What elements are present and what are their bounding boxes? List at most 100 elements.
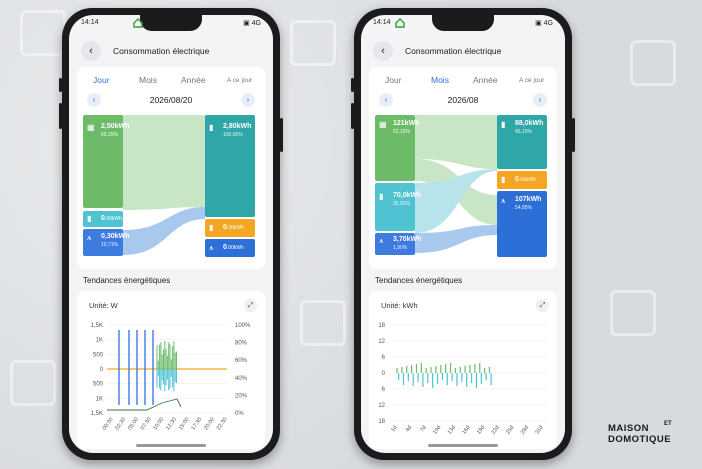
- tab-day[interactable]: Jour: [93, 75, 110, 85]
- x-tick-label: 7d: [419, 425, 427, 433]
- page-title: Consommation électrique: [405, 46, 502, 56]
- x-tick-label: 31d: [534, 425, 544, 436]
- tab-day[interactable]: Jour: [385, 75, 402, 85]
- y-tick-label: 1,5K: [91, 323, 103, 329]
- x-tick-label: 4d: [405, 425, 413, 433]
- solar-value: 2,50kWh: [101, 123, 130, 130]
- solar-pct: 89,29%: [101, 132, 118, 138]
- x-tick-label: 12:30: [165, 417, 178, 432]
- next-date-button[interactable]: ›: [241, 93, 255, 107]
- y-tick-label: 12: [378, 403, 385, 409]
- battery-icon: ▮: [87, 214, 92, 223]
- home-app-icon: [395, 18, 405, 28]
- bg-pattern: [20, 10, 66, 56]
- x-tick-label: 22:30: [216, 417, 229, 432]
- home-indicator: [136, 444, 206, 447]
- tab-to-date[interactable]: A ce jour: [227, 77, 252, 84]
- battery-source-node[interactable]: ▮ 70,0kWh 35,92%: [375, 187, 421, 217]
- battery-source-node[interactable]: ▮ 0.00kWh: [83, 211, 123, 227]
- bg-pattern: [10, 360, 56, 406]
- next-date-button[interactable]: ›: [533, 93, 547, 107]
- solar-area: [156, 341, 177, 369]
- logo-line2: DOMOTIQUE: [608, 434, 672, 445]
- grid-dest-pct: 54,85%: [515, 205, 532, 211]
- expand-icon[interactable]: ⤢: [536, 299, 549, 312]
- energy-flow-card: Jour Mois Année A ce jour ‹ 2026/08 › ▦ …: [369, 67, 557, 269]
- home-consumption-icon: ▮: [501, 120, 506, 129]
- expand-icon[interactable]: ⤢: [244, 299, 257, 312]
- grid-source-value: 0,30kWh: [101, 233, 130, 240]
- y-tick-label: 1K: [96, 338, 103, 344]
- home-dest-node[interactable]: ▮ 88,0kWh 45,15%: [497, 115, 547, 145]
- grid-dest-node[interactable]: ⩚ 0.00kWh: [205, 239, 255, 257]
- tab-to-date[interactable]: A ce jour: [519, 77, 544, 84]
- trends-heading: Tendances énergétiques: [375, 276, 463, 285]
- x-tick-label: 13d: [447, 425, 457, 436]
- y2-tick-label: 100%: [235, 323, 251, 329]
- x-tick-label: 22d: [491, 425, 501, 436]
- home-pct: 45,15%: [515, 129, 532, 135]
- x-tick-label: 00:00: [102, 417, 115, 432]
- solar-source-node[interactable]: ▦ 121kWh 62,19%: [375, 115, 419, 145]
- trends-card: Unité: W ⤢ 1,5K 1K 500 0 500 1K 1,5K 100% 80% 60%…: [77, 291, 265, 449]
- logo-et: ET: [664, 421, 672, 427]
- home-value: 88,0kWh: [515, 120, 544, 127]
- y-tick-label: 0: [100, 367, 104, 373]
- home-dest-node[interactable]: ▮ 2,80kWh 100,00%: [205, 115, 255, 145]
- solar-source-node[interactable]: ▦ 2,50kWh 89,29%: [83, 115, 129, 155]
- home-value: 2,80kWh: [223, 123, 252, 130]
- date-value: 2026/08: [447, 95, 479, 105]
- tab-year[interactable]: Année: [473, 75, 498, 85]
- y2-tick-label: 80%: [235, 341, 248, 347]
- back-button[interactable]: ‹: [373, 41, 393, 61]
- y-tick-label: 12: [378, 339, 385, 345]
- battery-dest-node[interactable]: ▮ 0.00kWh: [497, 171, 547, 189]
- unit-label: Unité: kWh: [381, 301, 418, 310]
- energy-flow-card: Jour Mois Année A ce jour ‹ 2026/08/20 ›: [77, 67, 265, 269]
- battery-charge-icon: ▮: [209, 223, 214, 232]
- tab-month[interactable]: Mois: [431, 75, 449, 85]
- battery-charge-icon: ▮: [501, 175, 506, 184]
- y2-tick-label: 60%: [235, 358, 248, 364]
- tab-month[interactable]: Mois: [139, 75, 157, 85]
- page-title: Consommation électrique: [113, 46, 210, 56]
- grid-source-value: 3,70kWh: [393, 236, 422, 243]
- pylon-icon: ⩚: [87, 233, 92, 242]
- date-value: 2026/08/20: [149, 95, 193, 105]
- back-button[interactable]: ‹: [81, 41, 101, 61]
- x-tick-label: 10d: [432, 425, 442, 436]
- bg-pattern: [630, 40, 676, 86]
- status-time: 14:14: [81, 19, 99, 26]
- x-tick-label: 07:30: [140, 417, 153, 432]
- bg-pattern: [610, 290, 656, 336]
- pylon-icon: ⩚: [209, 243, 214, 252]
- y-tick-label: 6: [382, 355, 386, 361]
- battery-source-pct: 35,92%: [393, 201, 410, 207]
- y-tick-label: 1,5K: [91, 411, 103, 417]
- tab-year[interactable]: Année: [181, 75, 206, 85]
- x-tick-label: 15:00: [178, 417, 191, 432]
- pylon-icon: ⩚: [379, 236, 384, 245]
- grid-dest-value: 107kWh: [515, 196, 542, 203]
- solar-pct: 62,19%: [393, 129, 410, 135]
- battery-dest-node[interactable]: ▮ 0.00kWh: [205, 219, 255, 237]
- home-app-icon: [133, 18, 143, 28]
- power-line-chart: 1,5K 1K 500 0 500 1K 1,5K 100% 80% 60% 40% 20% 0% 00:…: [91, 323, 251, 432]
- solar-panel-icon: ▦: [379, 120, 387, 129]
- x-tick-label: 05:00: [127, 417, 140, 432]
- x-tick-label: 16d: [461, 425, 471, 436]
- solar-value: 121kWh: [393, 120, 420, 127]
- y2-tick-label: 20%: [235, 393, 248, 399]
- x-tick-label: 10:00: [152, 417, 165, 432]
- x-tick-label: 17:30: [190, 417, 203, 432]
- bg-pattern: [300, 300, 346, 346]
- grid-source-node[interactable]: ⩚ 3,70kWh 1,90%: [375, 233, 421, 255]
- y-tick-label: 1K: [96, 396, 103, 402]
- y2-tick-label: 0%: [235, 411, 244, 417]
- y-tick-label: 18: [378, 323, 385, 329]
- x-tick-label: 25d: [505, 425, 515, 436]
- grid-dest-node[interactable]: ⩚ 107kWh 54,85%: [497, 191, 547, 221]
- grid-source-node[interactable]: ⩚ 0,30kWh 10,71%: [83, 229, 129, 256]
- home-indicator: [428, 444, 498, 447]
- y-tick-label: 500: [93, 352, 104, 358]
